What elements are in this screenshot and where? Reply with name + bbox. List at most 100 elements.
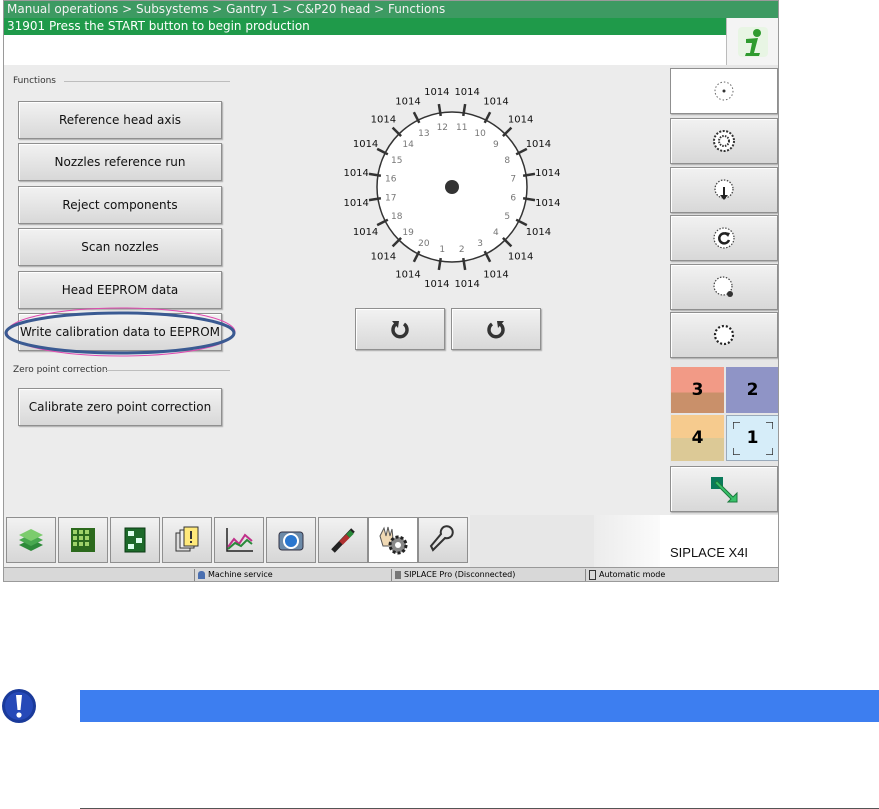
gantry-4-tile[interactable]: 4: [671, 415, 724, 461]
dial-segment-number: 9: [493, 140, 499, 150]
info-icon: [738, 26, 768, 57]
dial-segment-number: 2: [459, 245, 465, 255]
service-wrench-icon: [429, 525, 454, 552]
dial-segment-value: 1014: [343, 198, 368, 209]
rotate-clockwise-icon: [487, 321, 505, 339]
reject-components-button[interactable]: Reject components: [18, 186, 222, 224]
dial-segment-value: 1014: [508, 252, 533, 263]
notice-header-bar: [80, 690, 879, 722]
green-arrow-back-icon: [711, 477, 738, 503]
star-head-button[interactable]: [670, 118, 778, 164]
dial-segment-value: 1014: [526, 139, 551, 150]
dial-segment-value: 1014: [424, 279, 449, 290]
functions-divider: [64, 81, 230, 82]
segment-ring-icon: [713, 324, 735, 346]
chart-button[interactable]: [214, 517, 264, 563]
feeder-button[interactable]: [318, 517, 368, 563]
board-icon: [124, 527, 146, 553]
camera-button[interactable]: [266, 517, 316, 563]
dial-segment-number: 20: [418, 239, 430, 249]
dial-segment-value: 1014: [454, 87, 479, 98]
nozzles-reference-run-button[interactable]: Nozzles reference run: [18, 143, 222, 181]
dial-segment-number: 11: [456, 123, 467, 133]
chart-icon: [226, 528, 253, 552]
dial-segment-value: 1014: [353, 139, 378, 150]
manual-operations-icon: [379, 526, 408, 555]
dial-segment-value: 1014: [395, 269, 420, 280]
dial-segment-number: 14: [402, 140, 414, 150]
taskbar: SIPLACE X4I: [4, 515, 778, 567]
service-button[interactable]: [418, 517, 468, 563]
grid-button[interactable]: [58, 517, 108, 563]
nozzle-down-icon: [714, 179, 734, 200]
dial-segment-number: 13: [418, 129, 429, 139]
back-button[interactable]: [670, 466, 778, 512]
dial-segment-value: 1014: [483, 97, 508, 108]
calibrate-zero-point-button[interactable]: Calibrate zero point correction: [18, 388, 222, 426]
status-user-label: Machine service: [208, 570, 273, 579]
dial-segment-value: 1014: [508, 114, 533, 125]
dial-segment-number: 6: [510, 194, 516, 204]
server-icon: [395, 570, 401, 579]
scan-nozzles-button[interactable]: Scan nozzles: [18, 228, 222, 266]
dial-segment-value: 1014: [454, 279, 479, 290]
nozzle-rotate-button[interactable]: [670, 215, 778, 261]
dial-segment-value: 1014: [483, 269, 508, 280]
exclamation-icon: [2, 689, 36, 723]
dial-segment-value: 1014: [371, 252, 396, 263]
dial-segment-value: 1014: [535, 198, 560, 209]
nozzle-down-button[interactable]: [670, 167, 778, 213]
rotate-counterclockwise-icon: [391, 321, 409, 339]
messages-button[interactable]: [162, 517, 212, 563]
single-nozzle-button[interactable]: [670, 68, 778, 114]
brand-label: SIPLACE X4I: [670, 545, 749, 560]
gantry-1-tile[interactable]: 1: [726, 415, 778, 461]
zero-point-section-label: Zero point correction: [13, 365, 108, 375]
feeder-icon: [331, 528, 355, 553]
board-button[interactable]: [110, 517, 160, 563]
dial-segment-value: 1014: [371, 114, 396, 125]
dial-segment-value: 1014: [353, 227, 378, 238]
dial-segment-value: 1014: [526, 227, 551, 238]
dial-segment-number: 19: [402, 228, 414, 238]
dial-segment-number: 12: [437, 123, 448, 133]
dial-segment-number: 4: [493, 228, 499, 238]
dial-segment-value: 1014: [395, 97, 420, 108]
breadcrumb: Manual operations > Subsystems > Gantry …: [4, 1, 778, 18]
nozzle-pickup-icon: [713, 276, 733, 297]
star-head-icon: [713, 130, 735, 152]
gantry-2-tile[interactable]: 2: [726, 367, 778, 413]
dial-tick: [391, 126, 402, 137]
dial-segment-number: 1: [439, 245, 445, 255]
message-area: [4, 35, 726, 65]
taskbar-fade-end: [594, 515, 660, 567]
highlight-annotation: [4, 307, 236, 357]
status-bar: Machine service SIPLACE Pro (Disconnecte…: [4, 567, 778, 581]
manual-operations-button[interactable]: [368, 517, 418, 563]
functions-section-label: Functions: [13, 76, 56, 86]
dial-tick: [502, 126, 513, 137]
dial-segment-value: 1014: [535, 168, 560, 179]
reference-head-axis-button[interactable]: Reference head axis: [18, 101, 222, 139]
dial-segment-number: 7: [510, 174, 516, 184]
nozzle-pickup-button[interactable]: [670, 264, 778, 310]
dial-segment-number: 5: [504, 212, 510, 222]
zero-point-divider: [106, 370, 230, 371]
info-button[interactable]: [726, 18, 778, 65]
dial-segment-number: 16: [385, 174, 397, 184]
siplace-window: Manual operations > Subsystems > Gantry …: [3, 0, 779, 582]
rotate-counterclockwise-button[interactable]: [355, 308, 445, 350]
user-icon: [198, 570, 205, 579]
dial-tick: [502, 237, 513, 248]
components-button[interactable]: [6, 517, 56, 563]
gantry-3-tile[interactable]: 3: [671, 367, 724, 413]
dial-segment-number: 10: [474, 129, 486, 139]
components-icon: [19, 529, 43, 551]
rotate-clockwise-button[interactable]: [451, 308, 541, 350]
status-connection-label: SIPLACE Pro (Disconnected): [404, 570, 516, 579]
dial-segment-value: 1014: [343, 168, 368, 179]
camera-icon: [278, 531, 304, 551]
dial-tick: [391, 237, 402, 248]
mode-icon: [589, 569, 596, 580]
segment-ring-button[interactable]: [670, 312, 778, 358]
